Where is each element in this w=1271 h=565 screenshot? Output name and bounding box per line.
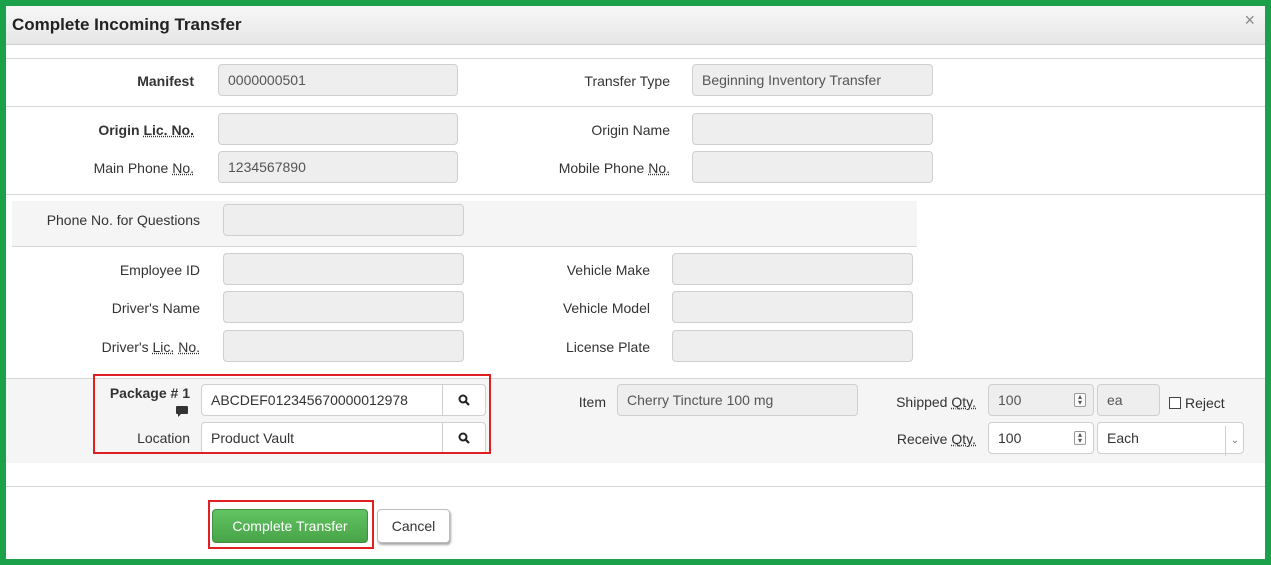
drivers-lic-abbr: Lic. [152,339,175,355]
origin-lic-label: Origin Lic. No. [66,122,194,138]
mobile-phone-abbr: No. [648,160,670,176]
receive-qty-abbr: Qty. [951,431,976,447]
dialog-titlebar: Complete Incoming Transfer × [6,6,1265,45]
receive-unit-select[interactable]: Each [1097,422,1244,454]
item-label: Item [578,394,606,410]
reject-label: Reject [1185,395,1225,411]
mobile-phone-label: Mobile Phone No. [506,160,670,176]
drivers-no-abbr: No. [178,339,200,355]
origin-lic-field[interactable] [218,113,458,145]
reject-checkbox[interactable] [1169,397,1181,409]
drivers-lic-field[interactable] [223,330,464,362]
complete-transfer-button[interactable]: Complete Transfer [212,509,368,543]
divider [6,486,1265,487]
drivers-name-label: Driver's Name [111,300,200,316]
mobile-phone-label-prefix: Mobile Phone [558,160,649,176]
chevron-down-icon[interactable]: ⌄ [1225,426,1244,456]
cancel-button[interactable]: Cancel [377,509,450,543]
close-icon[interactable]: × [1244,10,1255,31]
divider [6,106,1265,107]
main-phone-abbr: No. [172,160,194,176]
phone-questions-field[interactable] [223,204,464,236]
mobile-phone-field[interactable] [692,151,933,183]
manifest-field[interactable]: 0000000501 [218,64,458,96]
item-field[interactable]: Cherry Tincture 100 mg [617,384,858,416]
license-plate-field[interactable] [672,330,913,362]
origin-lic-abbr: Lic. No. [143,122,194,138]
dialog: Complete Incoming Transfer × Manifest 00… [6,6,1265,559]
vehicle-model-field[interactable] [672,291,913,323]
manifest-label: Manifest [137,73,194,89]
origin-lic-label-prefix: Origin [98,122,144,138]
origin-name-label: Origin Name [591,122,670,138]
divider [6,58,1265,59]
vehicle-model-label: Vehicle Model [562,300,650,316]
license-plate-label: License Plate [565,339,650,355]
vehicle-make-label: Vehicle Make [566,262,650,278]
drivers-lic-label-prefix: Driver's [101,339,153,355]
divider [6,194,1265,195]
transfer-type-field[interactable]: Beginning Inventory Transfer [692,64,933,96]
receive-qty-label-prefix: Receive [896,431,952,447]
employee-id-label: Employee ID [119,262,200,278]
receive-qty-label: Receive Qty. [866,431,976,447]
drivers-lic-label: Driver's Lic. No. [46,339,200,355]
shipped-qty-label: Shipped Qty. [866,394,976,410]
main-phone-label: Main Phone No. [46,160,194,176]
shipped-qty-label-prefix: Shipped [896,394,952,410]
spinner-icon[interactable]: ▴ ▾ [1074,431,1086,445]
vehicle-make-field[interactable] [672,253,913,285]
main-phone-label-prefix: Main Phone [93,160,173,176]
spinner-icon: ▴ ▾ [1074,393,1086,407]
dialog-title: Complete Incoming Transfer [12,15,242,34]
divider [12,246,917,247]
transfer-type-label: Transfer Type [584,73,670,89]
employee-id-field[interactable] [223,253,464,285]
shipped-qty-abbr: Qty. [951,394,976,410]
main-phone-field[interactable]: 1234567890 [218,151,458,183]
package-highlight [93,374,491,454]
phone-questions-label: Phone No. for Questions [46,212,200,228]
drivers-name-field[interactable] [223,291,464,323]
origin-name-field[interactable] [692,113,933,145]
shipped-unit-field[interactable]: ea [1097,384,1160,416]
